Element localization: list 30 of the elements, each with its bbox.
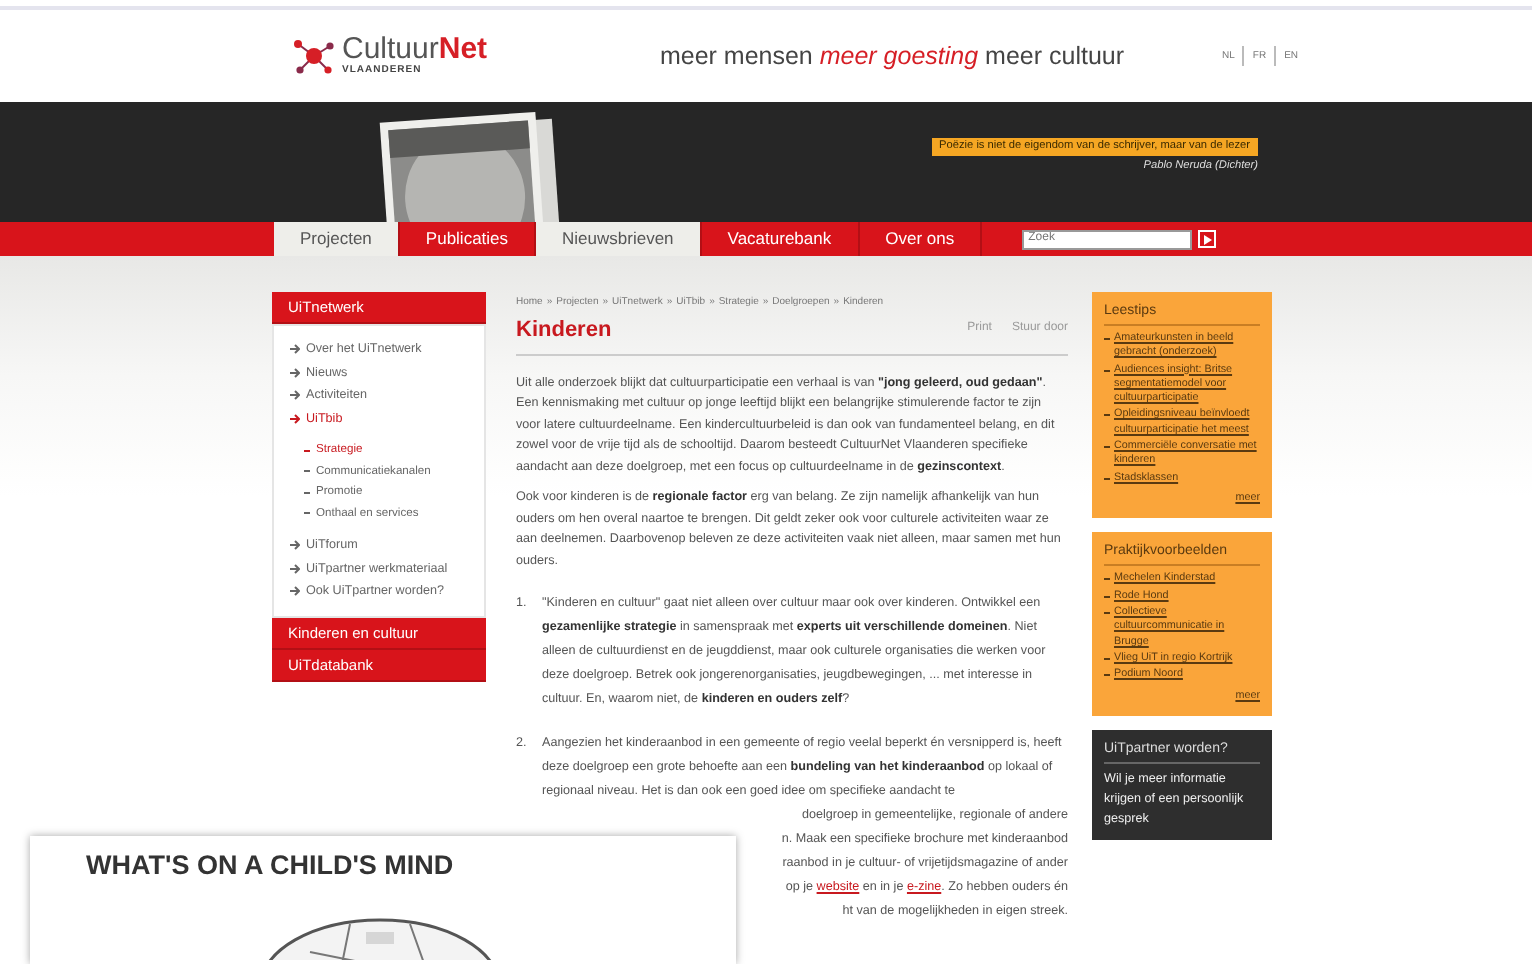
dash-icon <box>1104 578 1110 581</box>
page-title: Kinderen <box>516 315 612 345</box>
dash-icon <box>304 470 310 473</box>
arrow-icon <box>290 365 300 380</box>
dash-icon <box>304 449 310 452</box>
arrow-icon <box>290 342 300 357</box>
search-button[interactable] <box>1198 230 1217 248</box>
dash-icon <box>1104 477 1110 480</box>
arrow-icon <box>290 411 300 426</box>
arrow-icon <box>290 561 300 576</box>
dash-icon <box>1104 657 1110 660</box>
dash-icon <box>1104 338 1110 340</box>
arrow-icon <box>290 388 300 403</box>
dash-icon <box>1104 369 1110 372</box>
dash-icon <box>1104 414 1110 417</box>
arrow-icon <box>290 538 300 553</box>
nav-tab[interactable]: Projecten <box>274 222 400 256</box>
logo-icon <box>292 36 336 76</box>
play-icon <box>1201 233 1214 245</box>
overlay-title: WHAT'S ON A CHILD'S MIND <box>86 852 454 880</box>
dash-icon <box>1104 595 1110 598</box>
dash-icon <box>1104 446 1110 449</box>
logo-text: CultuurNet <box>342 36 488 64</box>
dash-icon <box>304 491 310 494</box>
arrow-icon <box>290 584 300 599</box>
dash-icon <box>304 512 310 515</box>
dash-icon <box>1104 674 1110 677</box>
dash-icon <box>1104 612 1110 615</box>
tagline: meer mensen meer goesting meer cultuur <box>657 45 1127 67</box>
nav-tab[interactable]: Nieuwsbrieven <box>536 222 702 256</box>
